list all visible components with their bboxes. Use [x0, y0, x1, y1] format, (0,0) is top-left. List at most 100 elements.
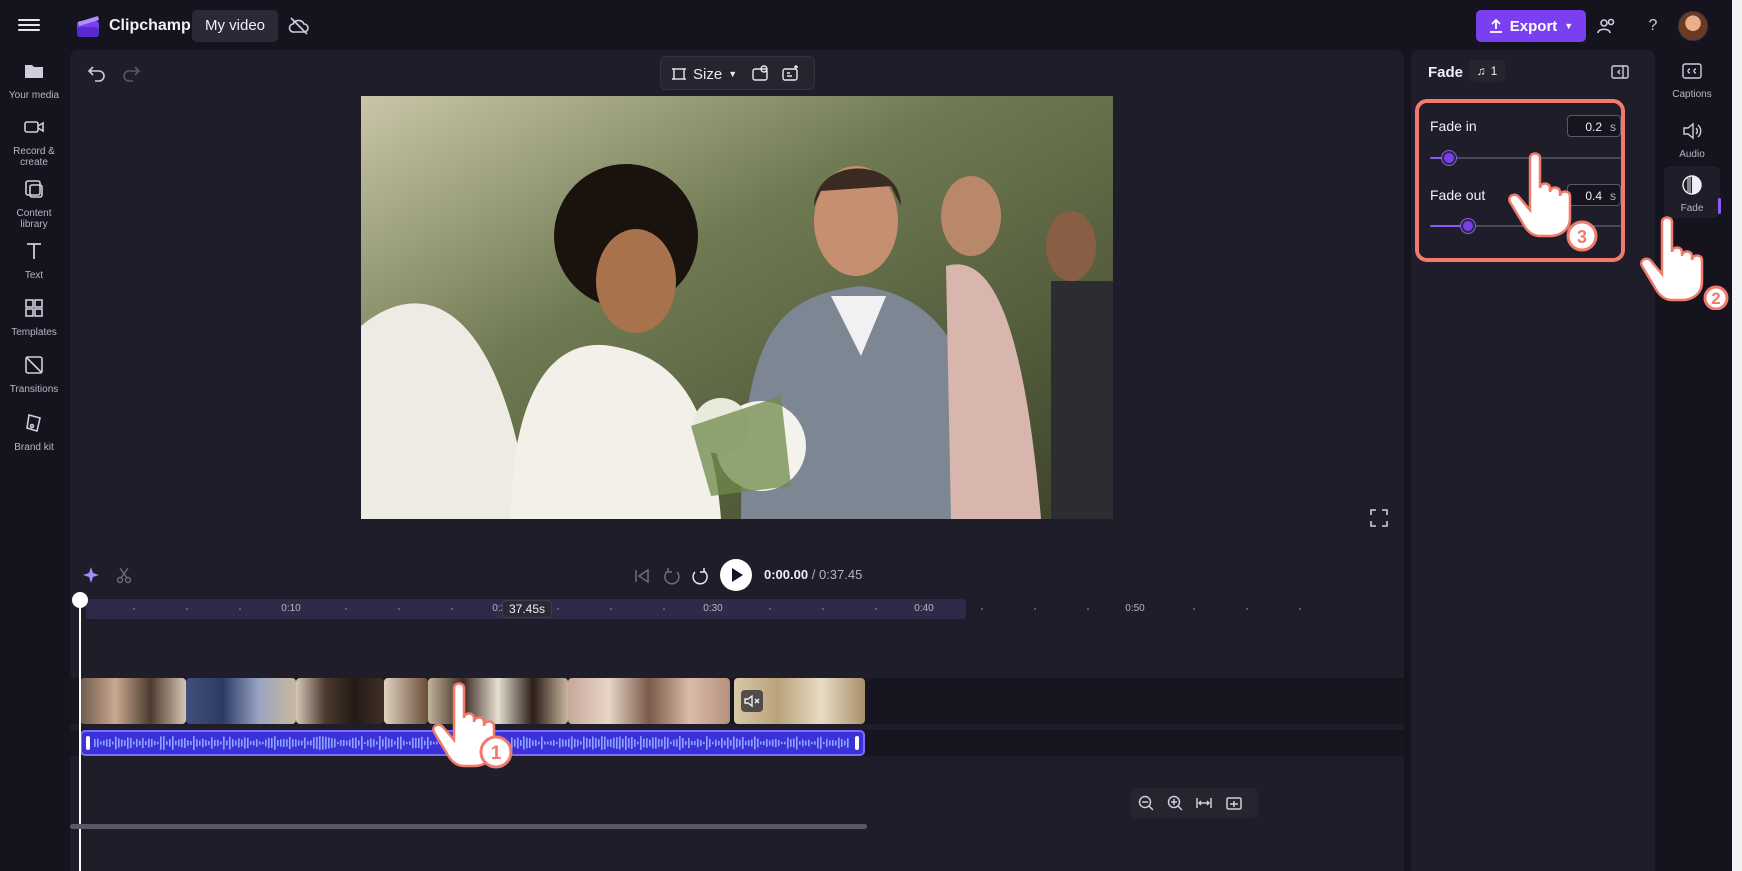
sidebar-item-transitions[interactable]: Transitions [0, 354, 68, 395]
play-button[interactable] [720, 559, 752, 591]
video-clip[interactable] [568, 678, 730, 724]
video-preview[interactable] [361, 96, 1113, 519]
timeline-ruler[interactable]: 0:100:200:300:400:50 37.45s [70, 598, 1404, 620]
window-edge [1732, 0, 1742, 871]
step-marker-1: 1 [491, 743, 502, 764]
hamburger-menu-icon[interactable] [18, 16, 40, 36]
sparkle-icon[interactable] [82, 566, 100, 584]
tab-label: Audio [1679, 149, 1705, 160]
muted-speaker-icon[interactable] [741, 690, 763, 712]
scissors-icon[interactable] [115, 566, 133, 584]
export-button[interactable]: Export ▼ [1476, 10, 1586, 42]
timeline-view-icon[interactable] [1225, 794, 1243, 812]
undo-icon[interactable] [86, 62, 108, 84]
brand-kit-icon [26, 413, 41, 433]
playhead[interactable] [79, 602, 81, 871]
collapse-panel-icon[interactable] [1611, 64, 1629, 80]
forward-5-icon[interactable] [690, 566, 710, 586]
property-tabs: Captions Audio Fade [1658, 50, 1722, 871]
timeline-scrollbar[interactable] [70, 824, 867, 829]
zoom-out-icon[interactable] [1137, 794, 1155, 812]
skip-to-start-icon[interactable] [632, 566, 652, 586]
video-clip[interactable] [80, 678, 186, 724]
sidebar-item-label: Content library [16, 208, 52, 230]
speaker-icon [1683, 122, 1702, 140]
pointer-hand-icon: 1 [432, 682, 513, 769]
step-marker-3: 3 [1577, 227, 1587, 247]
sidebar-item-label: Record & create [13, 146, 55, 168]
redo-icon[interactable] [120, 62, 142, 84]
ruler-tick-label: 0:30 [703, 603, 723, 614]
captions-icon [1682, 63, 1702, 79]
ruler-tick [451, 608, 453, 610]
rewind-5-icon[interactable] [662, 566, 682, 586]
audio-track [70, 730, 1404, 756]
ruler-tick [1246, 608, 1248, 610]
ruler-tick [875, 608, 877, 610]
sidebar-item-label: Transitions [9, 384, 59, 395]
ruler-tick [822, 608, 824, 610]
ruler-tick [133, 608, 135, 610]
top-bar: Clipchamp My video Export ▼ ? [0, 0, 1742, 52]
folder-icon [25, 65, 43, 78]
audio-track-chip: ♫ 1 [1469, 60, 1505, 82]
playback-controls: 0:00.00 / 0:37.45 [70, 558, 1404, 592]
audio-trim-handle-left[interactable] [86, 736, 90, 750]
pointer-hand-icon: 3 [1508, 152, 1598, 252]
ruler-tick [981, 608, 983, 610]
editor-panel: Size ▼ 0:00.00 / 0:37.45 0:10 0:30 0:40 … [70, 50, 1404, 871]
ruler-tick [186, 608, 188, 610]
sidebar-item-brand-kit[interactable]: Brand kit [0, 412, 68, 453]
sidebar-item-text[interactable]: Text [0, 240, 68, 281]
tab-captions[interactable]: Captions [1664, 52, 1720, 104]
video-clip[interactable] [296, 678, 384, 724]
zoom-in-icon[interactable] [1166, 794, 1184, 812]
auto-captions-icon[interactable] [781, 64, 801, 84]
project-title[interactable]: My video [192, 10, 279, 42]
camera-icon [24, 121, 44, 133]
share-people-icon[interactable] [1595, 14, 1619, 38]
step-marker-2: 2 [1711, 289, 1720, 308]
pointer-hand-icon: 2 [1640, 216, 1729, 310]
slider-thumb[interactable] [1442, 151, 1457, 165]
help-icon[interactable]: ? [1641, 14, 1665, 38]
total-time: / 0:37.45 [811, 567, 863, 582]
fade-out-unit: s [1610, 189, 1616, 203]
chevron-down-icon: ▼ [1564, 21, 1574, 31]
video-clip[interactable] [186, 678, 296, 724]
slider-thumb[interactable] [1461, 219, 1476, 233]
audio-trim-handle-right[interactable] [855, 736, 859, 750]
ruler-tick [345, 608, 347, 610]
size-label: Size [693, 65, 723, 83]
left-sidebar: Your media Record & create Content libra… [0, 52, 68, 871]
chevron-down-icon: ▼ [728, 69, 738, 79]
ruler-tick [557, 608, 559, 610]
fit-to-timeline-icon[interactable] [1195, 794, 1213, 812]
duration-badge: 37.45s [502, 600, 552, 618]
preview-toolbar: Size ▼ [660, 56, 815, 90]
ruler-tick-label: 0:40 [914, 603, 934, 614]
size-button[interactable]: Size ▼ [671, 63, 737, 85]
ruler-tick [398, 608, 400, 610]
sidebar-item-content-library[interactable]: Content library [0, 178, 68, 230]
sidebar-item-label: Brand kit [14, 442, 54, 453]
sidebar-item-your-media[interactable]: Your media [0, 60, 68, 101]
avatar[interactable] [1678, 11, 1708, 41]
background-remove-icon[interactable] [751, 64, 771, 84]
ruler-tick [769, 608, 771, 610]
ruler-tick [663, 608, 665, 610]
ruler-tick [239, 608, 241, 610]
sidebar-item-record-create[interactable]: Record & create [0, 116, 68, 168]
resize-icon [672, 68, 686, 80]
sidebar-item-templates[interactable]: Templates [0, 297, 68, 338]
cloud-offline-icon[interactable] [288, 16, 310, 36]
ruler-tick [610, 608, 612, 610]
text-icon [27, 243, 41, 259]
sidebar-item-label: Templates [11, 327, 57, 338]
brand-name: Clipchamp [109, 17, 191, 34]
fade-in-input[interactable]: 0.2 s [1567, 115, 1621, 137]
tab-label: Captions [1672, 89, 1712, 100]
fullscreen-icon[interactable] [1370, 509, 1388, 527]
tab-audio[interactable]: Audio [1664, 112, 1720, 164]
audio-track-number: 1 [1490, 64, 1498, 78]
